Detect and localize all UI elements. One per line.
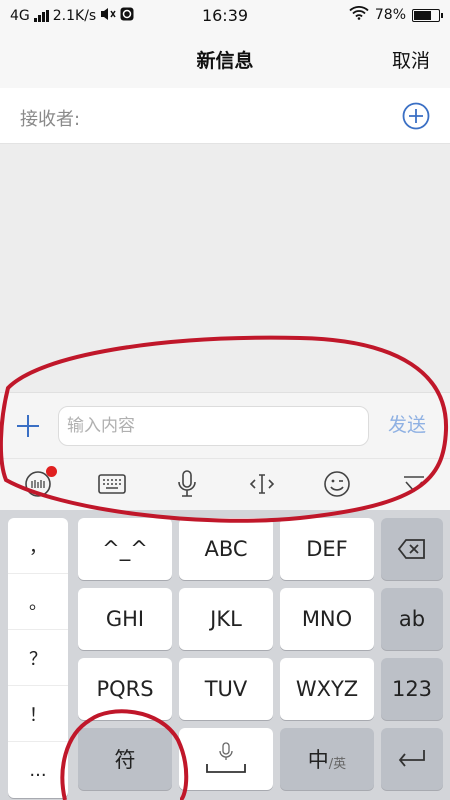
key-symbols[interactable]: 符 <box>78 728 172 790</box>
ime-toolbar <box>0 458 450 510</box>
emoji-button[interactable] <box>321 468 353 500</box>
backspace-icon <box>397 539 425 559</box>
backspace-key[interactable] <box>381 518 443 580</box>
key-jkl[interactable]: JKL <box>179 588 273 650</box>
t9-keyboard: ， 。 ？ ！ ... ^_^ ABC DEF GHI JKL MNO ab P… <box>0 510 450 800</box>
key-def[interactable]: DEF <box>280 518 374 580</box>
recipient-row[interactable]: 接收者: <box>0 88 450 144</box>
key-ghi[interactable]: GHI <box>78 588 172 650</box>
cursor-button[interactable] <box>246 468 278 500</box>
punct-ellipsis-key[interactable]: ... <box>8 742 68 798</box>
cursor-move-icon <box>249 474 275 494</box>
voice-button[interactable] <box>171 468 203 500</box>
status-bar: 4G 2.1K/s 16:39 78% <box>0 0 450 32</box>
enter-icon <box>398 750 425 767</box>
key-lang-zh: 中 <box>307 748 329 772</box>
add-circle-icon <box>402 102 430 130</box>
punctuation-column: ， 。 ？ ！ ... <box>8 518 68 798</box>
keyboard-icon <box>98 474 126 494</box>
notification-dot <box>46 466 57 477</box>
key-lang-en: /英 <box>328 756 347 772</box>
cancel-button[interactable]: 取消 <box>392 46 430 73</box>
key-wxyz[interactable]: WXYZ <box>280 658 374 720</box>
space-key[interactable] <box>179 728 273 790</box>
collapse-keyboard-button[interactable] <box>398 468 430 500</box>
punct-period-key[interactable]: 。 <box>8 574 68 630</box>
attach-button[interactable] <box>14 412 42 440</box>
collapse-icon <box>404 476 424 493</box>
wifi-icon <box>349 6 369 24</box>
key-ab-switch[interactable]: ab <box>381 588 443 650</box>
message-input[interactable]: 输入内容 <box>58 406 369 446</box>
emoji-icon <box>324 471 350 497</box>
mic-icon <box>178 470 196 497</box>
battery-percent: 78% <box>374 7 406 23</box>
enter-key[interactable] <box>381 728 443 790</box>
add-recipient-button[interactable] <box>402 102 430 130</box>
key-pqrs[interactable]: PQRS <box>78 658 172 720</box>
key-mno[interactable]: MNO <box>280 588 374 650</box>
key-tuv[interactable]: TUV <box>179 658 273 720</box>
ifly-logo-button[interactable] <box>22 466 57 500</box>
keyboard-button[interactable] <box>96 468 128 500</box>
compose-bar: 输入内容 发送 <box>0 392 450 458</box>
recipient-label: 接收者: <box>20 109 81 130</box>
punct-exclaim-key[interactable]: ！ <box>8 686 68 742</box>
battery-fill <box>414 10 431 20</box>
message-area <box>0 145 450 392</box>
page-title: 新信息 <box>196 50 254 72</box>
header: 新信息 取消 <box>0 32 450 88</box>
space-mic-icon <box>206 742 246 773</box>
punct-question-key[interactable]: ？ <box>8 630 68 686</box>
key-123-switch[interactable]: 123 <box>381 658 443 720</box>
plus-icon <box>17 415 39 437</box>
key-emoticon[interactable]: ^_^ <box>78 518 172 580</box>
key-lang-switch[interactable]: 中/英 <box>280 728 374 790</box>
key-abc[interactable]: ABC <box>179 518 273 580</box>
battery-icon <box>412 8 443 22</box>
send-button[interactable]: 发送 <box>388 410 426 437</box>
punct-comma-key[interactable]: ， <box>8 518 68 574</box>
